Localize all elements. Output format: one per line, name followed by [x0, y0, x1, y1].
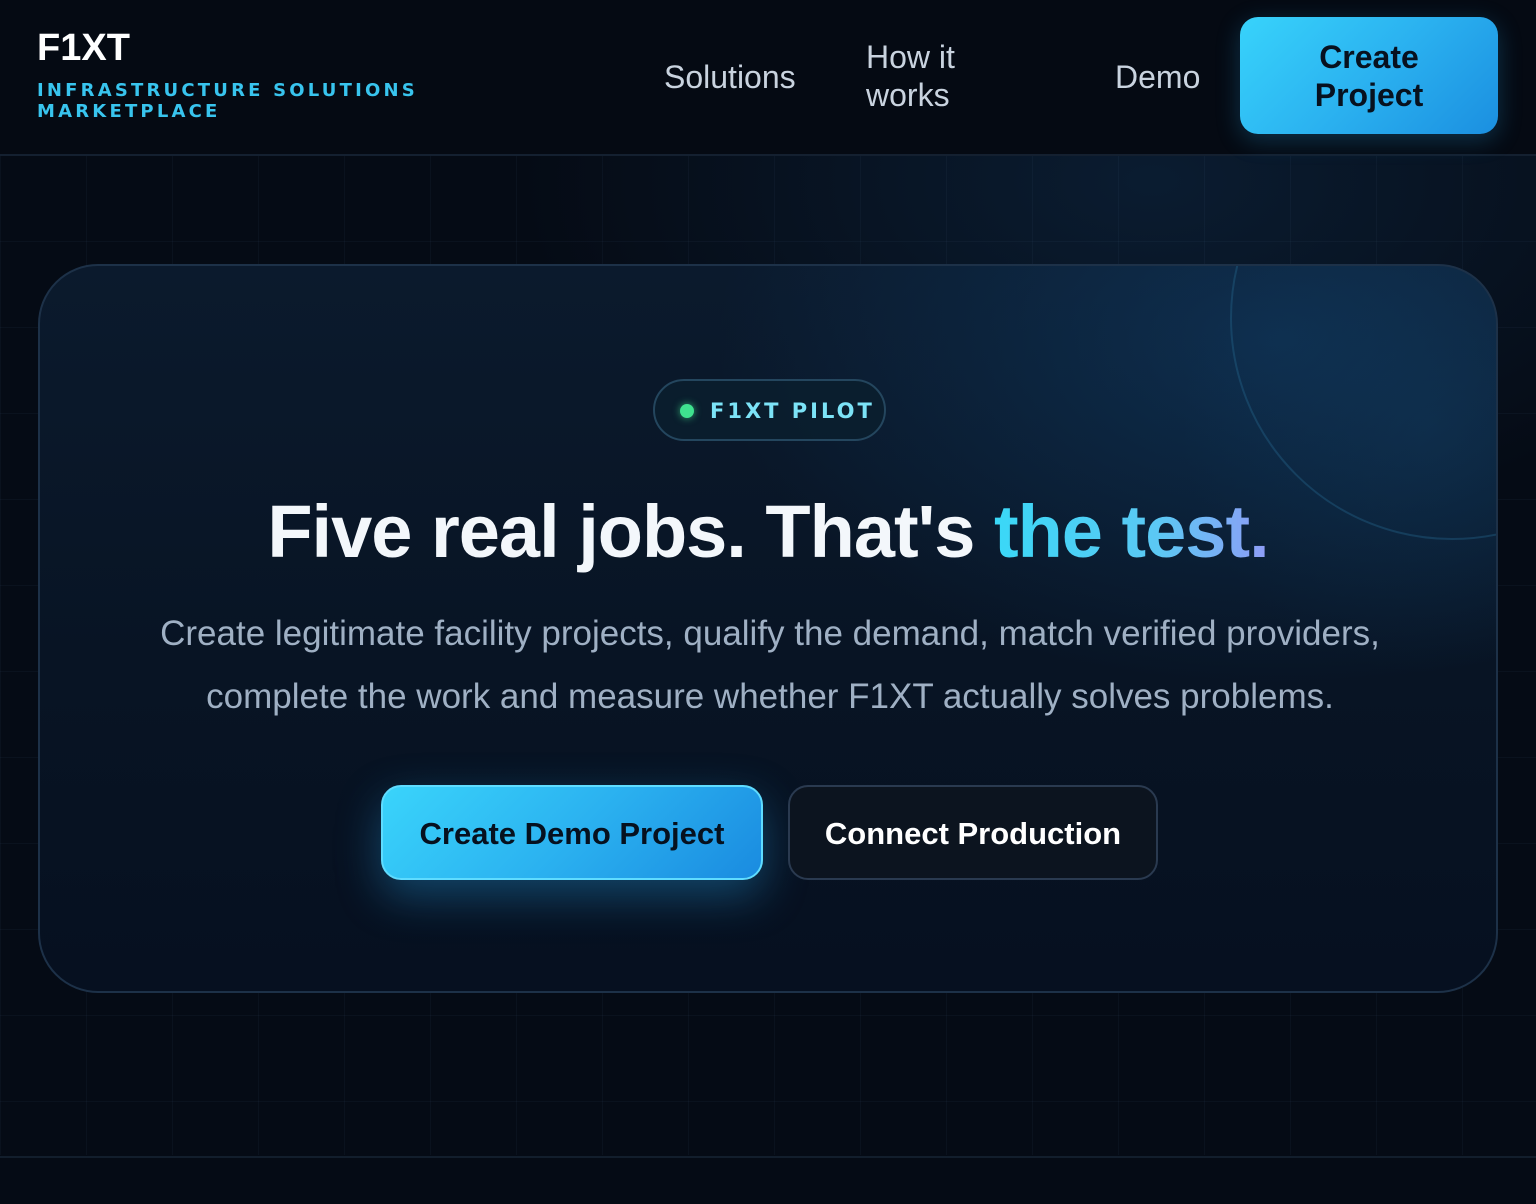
- hero-card: F1XT PILOT Five real jobs. That's the te…: [38, 264, 1498, 993]
- pilot-badge-label: F1XT PILOT: [710, 399, 875, 423]
- site-header: F1XT INFRASTRUCTURE SOLUTIONS MARKETPLAC…: [0, 0, 1536, 156]
- page: F1XT INFRASTRUCTURE SOLUTIONS MARKETPLAC…: [0, 0, 1536, 1204]
- hero-headline: Five real jobs. That's the test.: [40, 490, 1496, 574]
- hero-description: Create legitimate facility projects, qua…: [160, 614, 1380, 716]
- nav-link-how-it-works[interactable]: How it works: [866, 38, 986, 114]
- hero-headline-main: Five real jobs. That's: [267, 490, 994, 573]
- hero-headline-accent: the test.: [993, 490, 1270, 573]
- create-project-button[interactable]: Create Project: [1240, 17, 1498, 134]
- pilot-badge: F1XT PILOT: [653, 379, 886, 441]
- create-demo-project-button[interactable]: Create Demo Project: [381, 785, 763, 880]
- nav-link-solutions[interactable]: Solutions: [664, 58, 796, 96]
- brand-logo-text[interactable]: F1XT: [37, 28, 437, 68]
- bottom-divider: [0, 1156, 1536, 1158]
- brand[interactable]: F1XT INFRASTRUCTURE SOLUTIONS MARKETPLAC…: [37, 28, 437, 122]
- nav-link-demo[interactable]: Demo: [1115, 58, 1200, 96]
- connect-production-button[interactable]: Connect Production: [788, 785, 1158, 880]
- brand-tagline: INFRASTRUCTURE SOLUTIONS MARKETPLACE: [37, 80, 418, 122]
- status-dot-icon: [680, 404, 694, 418]
